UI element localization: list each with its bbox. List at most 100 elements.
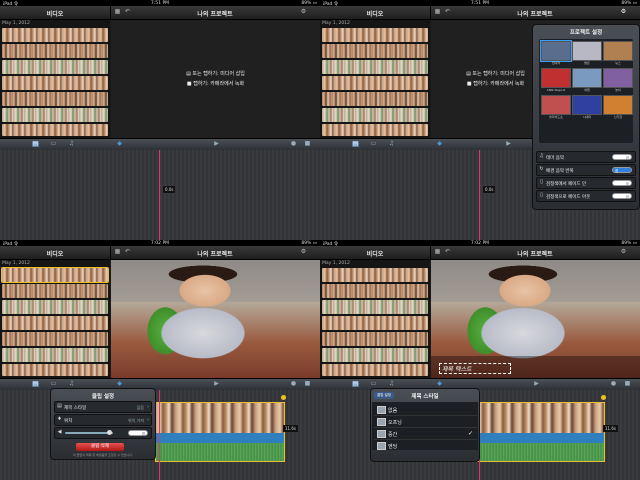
photo-tab-icon[interactable]: ▭ <box>50 381 57 387</box>
video-tab-icon[interactable]: ▤ <box>32 141 39 147</box>
playhead-time: 0.0s <box>163 186 176 193</box>
fade-out-toggle[interactable]: 끔 <box>612 193 632 199</box>
camera-icon[interactable]: ■ <box>304 141 311 147</box>
video-thumbnail-strip[interactable] <box>322 44 428 58</box>
theme-option[interactable]: CNN iReport <box>541 68 571 92</box>
audio-tab-icon[interactable]: ♫ <box>68 381 75 387</box>
chevron-right-icon: › <box>147 417 149 423</box>
video-thumbnail-strip[interactable] <box>322 284 428 298</box>
audio-tab-icon[interactable]: ♫ <box>388 141 395 147</box>
video-thumbnail-strip[interactable] <box>2 60 108 74</box>
video-thumbnail-strip[interactable] <box>2 124 108 136</box>
slider-knob[interactable] <box>107 430 112 435</box>
trim-handle[interactable] <box>281 395 286 400</box>
video-thumbnail-strip[interactable] <box>322 92 428 106</box>
timeline[interactable] <box>0 150 320 240</box>
split-icon[interactable]: ◆ <box>436 381 443 387</box>
split-icon[interactable]: ◆ <box>116 381 123 387</box>
play-icon[interactable]: ▶ <box>213 381 220 387</box>
theme-option[interactable]: 신기한 <box>603 95 633 119</box>
video-thumbnail-strip[interactable] <box>322 268 428 282</box>
title-style-option[interactable]: 중간 ✓ <box>374 428 477 440</box>
video-tab-icon[interactable]: ▤ <box>32 381 39 387</box>
video-thumbnail-strip[interactable] <box>1 267 109 283</box>
video-thumbnail-strip[interactable] <box>2 316 108 330</box>
split-icon[interactable]: ◆ <box>436 141 443 147</box>
play-icon[interactable]: ▶ <box>533 381 540 387</box>
microphone-icon[interactable]: ● <box>610 381 617 387</box>
record-hint: ■ 탭하기: 카메라에서 녹화 <box>186 81 245 87</box>
theme-music-toggle[interactable]: 끔 <box>612 154 632 160</box>
video-thumbnail-strip[interactable] <box>2 284 108 298</box>
theme-option[interactable]: 밝은 <box>572 41 602 65</box>
video-thumbnail-strip[interactable] <box>322 364 428 376</box>
video-thumbnail-strip[interactable] <box>2 92 108 106</box>
video-thumbnail-strip[interactable] <box>2 76 108 90</box>
media-title: 비디오 <box>366 251 384 258</box>
camera-icon[interactable]: ■ <box>304 381 311 387</box>
video-tab-icon[interactable]: ▤ <box>352 141 359 147</box>
title-text-box[interactable]: 제목 텍스트 <box>439 363 511 374</box>
trim-handle[interactable] <box>601 395 606 400</box>
back-button[interactable]: 클립 설정 <box>374 392 394 399</box>
theme-option[interactable]: 여행 <box>572 68 602 92</box>
battery-indicator: 89% ▭ <box>301 240 317 246</box>
video-thumbnail-strip[interactable] <box>322 332 428 346</box>
theme-option[interactable]: 시네마 <box>572 95 602 119</box>
video-thumbnail-strip[interactable] <box>2 44 108 58</box>
theme-option[interactable]: 현대적 <box>540 40 572 65</box>
settings-gear-icon[interactable]: ⚙ <box>300 249 307 255</box>
video-thumbnail-strip[interactable] <box>322 124 428 136</box>
project-title: 나의 프로젝트 <box>197 11 233 18</box>
location-row[interactable]: ♦ 위치 위치 가져 › <box>54 414 152 426</box>
settings-gear-icon[interactable]: ⚙ <box>620 249 627 255</box>
volume-slider[interactable] <box>65 430 113 435</box>
delete-clip-button[interactable]: 클립 삭제 <box>76 443 124 451</box>
clip-track[interactable]: 11.6s <box>475 402 618 462</box>
title-style-option[interactable]: 없음 <box>374 404 477 416</box>
settings-gear-icon[interactable]: ⚙ <box>300 9 307 15</box>
play-icon[interactable]: ▶ <box>213 141 220 147</box>
screen-title-style: iPad 令 7:02 PM 89% ▭ 비디오 ▦ ↶ 나의 프로젝트 ⚙ M… <box>320 240 640 480</box>
video-thumbnail-strip[interactable] <box>2 28 108 42</box>
video-thumbnail-strip[interactable] <box>322 316 428 330</box>
video-thumbnail-strip[interactable] <box>322 300 428 314</box>
clip-settings-popover: 클립 설정 ▤ 제목 스타일 없음 › ♦ 위치 위치 가져 › ◀ 켬 클립 … <box>50 388 156 460</box>
video-thumbnail-strip[interactable] <box>2 108 108 122</box>
photo-tab-icon[interactable]: ▭ <box>50 141 57 147</box>
play-icon[interactable]: ▶ <box>505 141 512 147</box>
video-thumbnail-strip[interactable] <box>322 28 428 42</box>
volume-toggle[interactable]: 켬 <box>128 430 148 436</box>
clip-track[interactable]: 11.6s <box>155 402 298 462</box>
theme-option[interactable]: 슬라이드쇼 <box>541 95 571 119</box>
photo-tab-icon[interactable]: ▭ <box>370 141 377 147</box>
settings-gear-icon[interactable]: ⚙ <box>620 9 627 15</box>
video-thumbnail-strip[interactable] <box>2 332 108 346</box>
video-thumbnail-strip[interactable] <box>2 364 108 376</box>
project-title: 나의 프로젝트 <box>517 11 553 18</box>
video-thumbnail-strip[interactable] <box>2 300 108 314</box>
video-tab-icon[interactable]: ▤ <box>352 381 359 387</box>
theme-option[interactable]: 뉴스 <box>603 41 633 65</box>
theme-option[interactable]: 놀이 <box>603 68 633 92</box>
title-style-option[interactable]: 오프닝 <box>374 416 477 428</box>
audio-band <box>476 433 604 443</box>
video-thumbnail-strip[interactable] <box>2 348 108 362</box>
camera-icon[interactable]: ■ <box>624 381 631 387</box>
title-style-row[interactable]: ▤ 제목 스타일 없음 › <box>54 401 152 413</box>
microphone-icon[interactable]: ● <box>290 141 297 147</box>
split-icon[interactable]: ◆ <box>116 141 123 147</box>
title-style-option[interactable]: 엔딩 <box>374 440 477 451</box>
title-style-list: 없음 오프닝 중간 ✓ 엔딩 <box>372 402 478 450</box>
audio-tab-icon[interactable]: ♫ <box>68 141 75 147</box>
clip-duration: 11.6s <box>603 425 618 432</box>
photo-tab-icon[interactable]: ▭ <box>370 381 377 387</box>
volume-row: ◀ 켬 <box>54 427 152 439</box>
video-thumbnail-strip[interactable] <box>322 108 428 122</box>
loop-music-toggle[interactable]: 켬 <box>612 167 632 173</box>
video-thumbnail-strip[interactable] <box>322 348 428 362</box>
microphone-icon[interactable]: ● <box>290 381 297 387</box>
audio-tab-icon[interactable]: ♫ <box>388 381 395 387</box>
popover-title: 클립 설정 <box>91 394 115 400</box>
fade-in-toggle[interactable]: 끔 <box>612 180 632 186</box>
